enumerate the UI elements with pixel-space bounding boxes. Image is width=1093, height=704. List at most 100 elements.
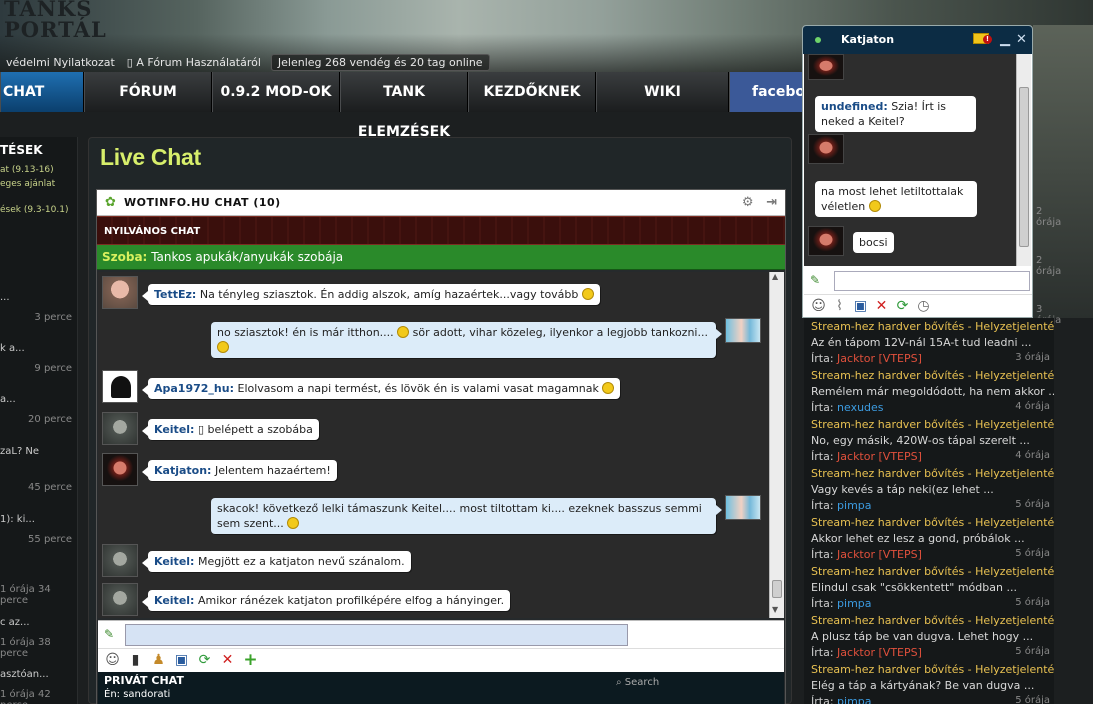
message-author[interactable]: Keitel: <box>154 594 194 607</box>
add-icon[interactable]: + <box>242 652 259 669</box>
delete-icon[interactable]: ✕ <box>219 652 236 669</box>
sidebar-topic[interactable]: a... 20 perce <box>0 394 77 425</box>
sidebar-link-3[interactable]: ések (9.3-10.1) <box>0 203 77 217</box>
pm-header[interactable]: Katjaton ! ▁ ✕ <box>803 26 1032 54</box>
smiley-picker-icon[interactable]: ☺ <box>104 652 121 669</box>
public-chat-bar[interactable]: NYILVÁNOS CHAT <box>97 216 785 245</box>
private-chat-label[interactable]: PRIVÁT CHAT <box>104 674 184 687</box>
post-author[interactable]: Jacktor [VTEPS] <box>837 352 922 365</box>
post-title[interactable]: Stream-hez hardver bővítés - Helyzetjele… <box>811 663 1054 676</box>
pm-scrollbar-thumb[interactable] <box>1019 87 1029 247</box>
chat-input[interactable] <box>125 624 628 646</box>
delete-icon[interactable]: ✕ <box>873 298 890 315</box>
message-bubble: Apa1972_hu: Elolvasom a napi termést, és… <box>141 378 621 399</box>
pm-input[interactable] <box>834 271 1030 291</box>
nav-beginners[interactable]: KEZDŐKNEK <box>468 72 596 112</box>
avatar[interactable] <box>808 134 844 164</box>
settings-icon[interactable]: ⚙ <box>740 195 756 211</box>
post-title[interactable]: Stream-hez hardver bővítés - Helyzetjele… <box>811 614 1054 627</box>
post-title[interactable]: Stream-hez hardver bővítés - Helyzetjele… <box>811 320 1054 333</box>
post-title[interactable]: Stream-hez hardver bővítés - Helyzetjele… <box>811 369 1054 382</box>
users-icon[interactable]: ♟ <box>150 652 167 669</box>
logout-icon[interactable]: ⇥ <box>764 195 780 211</box>
refresh-icon[interactable]: ⟳ <box>894 298 911 315</box>
list-item[interactable]: Stream-hez hardver bővítés - Helyzetjele… <box>804 367 1054 416</box>
avatar[interactable] <box>102 412 138 445</box>
message-author[interactable]: Keitel: <box>154 555 194 568</box>
avatar[interactable] <box>102 453 138 486</box>
message-author[interactable]: Keitel: <box>154 423 194 436</box>
post-title[interactable]: Stream-hez hardver bővítés - Helyzetjele… <box>811 516 1054 529</box>
topic-text: c az... <box>0 617 30 628</box>
list-item[interactable]: Stream-hez hardver bővítés - Helyzetjele… <box>804 661 1054 704</box>
sidebar-topic[interactable]: 1): ki... 55 perce <box>0 514 77 545</box>
nav-forum[interactable]: FÓRUM <box>84 72 212 112</box>
avatar[interactable] <box>102 583 138 616</box>
save-icon[interactable]: ▣ <box>173 652 190 669</box>
avatar[interactable] <box>102 370 138 403</box>
door-icon[interactable]: ▮ <box>127 652 144 669</box>
post-author[interactable]: pimpa <box>837 597 871 610</box>
attach-icon[interactable]: ⌇ <box>831 298 848 315</box>
sidebar-topic[interactable]: c az... 1 órája 38 perce <box>0 617 77 659</box>
sidebar-link-2[interactable]: eges ajánlat <box>0 177 77 191</box>
post-title[interactable]: Stream-hez hardver bővítés - Helyzetjele… <box>811 565 1054 578</box>
list-item[interactable]: Stream-hez hardver bővítés - Helyzetjele… <box>804 612 1054 661</box>
avatar[interactable] <box>102 276 138 309</box>
top-links-bar: védelmi Nyilatkozat ▯ A Fórum Használatá… <box>0 53 490 71</box>
message-bubble: no sziasztok! én is már itthon.... sör a… <box>211 322 722 358</box>
avatar[interactable] <box>808 226 844 256</box>
site-logo[interactable]: TANKS PORTÁL <box>4 0 107 40</box>
list-item[interactable]: Stream-hez hardver bővítés - Helyzetjele… <box>804 514 1054 563</box>
room-bar[interactable]: Szoba: Tankos apukák/anyukák szobája <box>97 245 785 270</box>
post-author[interactable]: pimpa <box>837 695 871 704</box>
post-excerpt: Az én tápom 12V-nál 15A-t tud leadni ... <box>811 336 1032 349</box>
post-author[interactable]: pimpa <box>837 499 871 512</box>
avatar[interactable] <box>725 495 761 520</box>
post-title[interactable]: Stream-hez hardver bővítés - Helyzetjele… <box>811 467 1054 480</box>
message-author[interactable]: Katjaton: <box>154 464 211 477</box>
message-author[interactable]: Apa1972_hu: <box>154 382 234 395</box>
scroll-down-icon[interactable]: ▼ <box>772 605 778 614</box>
topic-text: k a... <box>0 343 25 354</box>
by-label: Írta: <box>811 401 834 414</box>
message-scrollbar[interactable]: ▲ ▼ <box>769 272 784 618</box>
post-excerpt: Remélem már megoldódott, ha nem akkor ..… <box>811 385 1054 398</box>
clock-icon[interactable]: ◷ <box>915 298 932 315</box>
avatar[interactable] <box>102 544 138 577</box>
list-item[interactable]: Stream-hez hardver bővítés - Helyzetjele… <box>804 318 1054 367</box>
refresh-icon[interactable]: ⟳ <box>196 652 213 669</box>
post-author[interactable]: Jacktor [VTEPS] <box>837 646 922 659</box>
pm-scrollbar[interactable] <box>1016 54 1031 266</box>
avatar[interactable] <box>808 54 844 80</box>
scrollbar-thumb[interactable] <box>772 580 782 598</box>
privacy-link[interactable]: védelmi Nyilatkozat <box>0 56 121 69</box>
post-author[interactable]: nexudes <box>837 401 884 414</box>
search-link[interactable]: ⌕ Search <box>616 677 659 688</box>
nav-mods[interactable]: 0.9.2 MOD-OK <box>212 72 340 112</box>
pm-author[interactable]: undefined: <box>821 100 888 113</box>
message-list: TettEz: Na tényleg sziasztok. Én addig a… <box>98 272 769 618</box>
nav-wiki[interactable]: WIKI <box>596 72 729 112</box>
list-item[interactable]: Stream-hez hardver bővítés - Helyzetjele… <box>804 465 1054 514</box>
message-author[interactable]: TettEz: <box>154 288 196 301</box>
close-icon[interactable]: ✕ <box>1016 26 1027 54</box>
smiley-picker-icon[interactable]: ☺ <box>810 298 827 315</box>
post-title[interactable]: Stream-hez hardver bővítés - Helyzetjele… <box>811 418 1054 431</box>
forum-rules-link[interactable]: ▯ A Fórum Használatáról <box>121 56 267 69</box>
sidebar-link-1[interactable]: at (9.13-16) <box>0 163 77 177</box>
post-author[interactable]: Jacktor [VTEPS] <box>837 548 922 561</box>
sidebar-topic[interactable]: asztóan... 1 órája 42 perce <box>0 669 77 704</box>
sidebar-topic[interactable]: ... 3 perce <box>0 292 77 323</box>
list-item[interactable]: Stream-hez hardver bővítés - Helyzetjele… <box>804 563 1054 612</box>
nav-tank-analysis[interactable]: TANK ELEMZÉSEK <box>340 72 468 140</box>
sidebar-topic[interactable]: zaL? Ne 45 perce <box>0 446 77 493</box>
scroll-up-icon[interactable]: ▲ <box>772 272 778 281</box>
post-author[interactable]: Jacktor [VTEPS] <box>837 450 922 463</box>
minimize-icon[interactable]: ▁ <box>1000 26 1010 54</box>
sidebar-topic[interactable]: k a... 9 perce <box>0 343 77 374</box>
save-icon[interactable]: ▣ <box>852 298 869 315</box>
avatar[interactable] <box>725 318 761 343</box>
list-item[interactable]: Stream-hez hardver bővítés - Helyzetjele… <box>804 416 1054 465</box>
nav-chat[interactable]: CHAT <box>0 72 84 112</box>
